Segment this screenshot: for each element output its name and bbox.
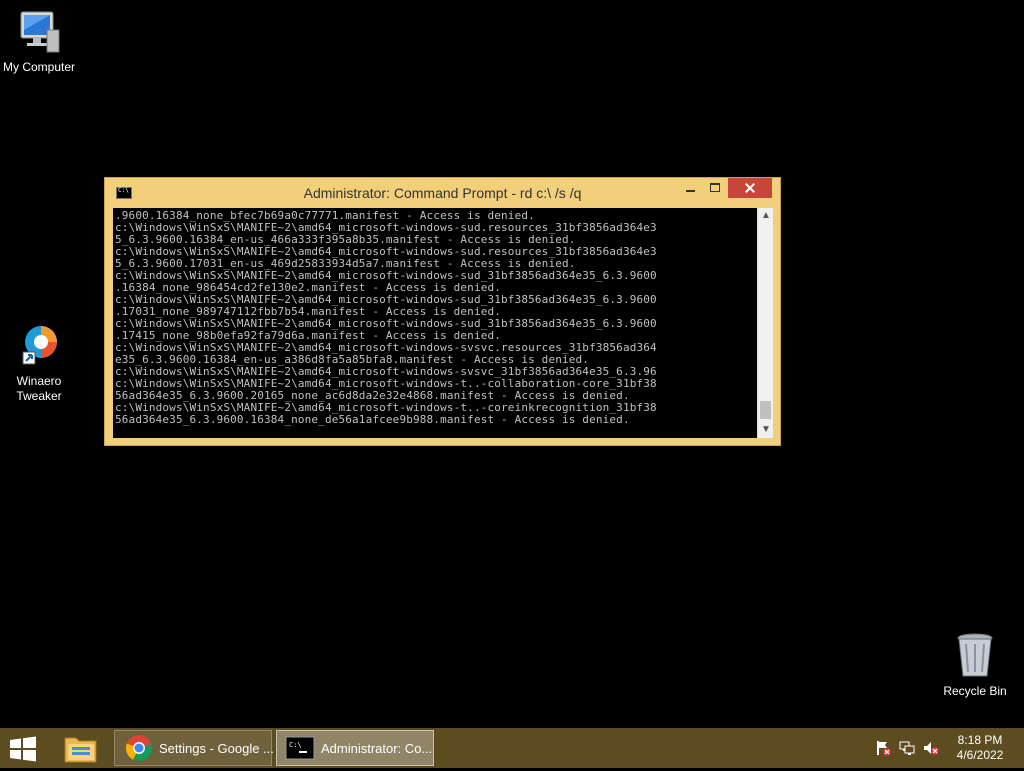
- minimize-button[interactable]: [679, 178, 703, 198]
- command-prompt-icon: C:\: [285, 736, 315, 760]
- window-titlebar[interactable]: C:\ Administrator: Command Prompt - rd c…: [105, 178, 780, 208]
- action-center-flag-icon[interactable]: [875, 740, 891, 756]
- taskbar: Settings - Google ... C:\ Administrator:…: [0, 728, 1024, 768]
- file-explorer-icon: [64, 737, 97, 763]
- volume-muted-icon[interactable]: [923, 740, 939, 756]
- file-explorer-button[interactable]: [58, 730, 104, 766]
- desktop-icon-my-computer[interactable]: My Computer: [0, 8, 82, 75]
- taskbar-item-label: Administrator: Co...: [321, 741, 433, 756]
- windows-logo-icon: [10, 736, 36, 762]
- clock-time: 8:18 PM: [957, 733, 1003, 747]
- desktop-icon-label: Winaero Tweaker: [16, 374, 62, 403]
- console-output[interactable]: .9600.16384_none_bfec7b69a0c77771.manife…: [113, 208, 757, 438]
- desktop-icon-recycle-bin[interactable]: Recycle Bin: [932, 632, 1018, 699]
- chrome-icon: [125, 735, 152, 762]
- taskbar-item-chrome[interactable]: Settings - Google ...: [114, 730, 274, 766]
- taskbar-item-label: Settings - Google ...: [159, 741, 274, 756]
- start-button[interactable]: [8, 736, 42, 762]
- command-prompt-window[interactable]: C:\ Administrator: Command Prompt - rd c…: [104, 177, 781, 446]
- scroll-up-arrow-icon[interactable]: ▲: [758, 208, 774, 224]
- winaero-tweaker-icon: [22, 326, 57, 365]
- scroll-down-arrow-icon[interactable]: ▼: [758, 422, 774, 438]
- vertical-scrollbar[interactable]: ▲ ▼: [757, 208, 773, 438]
- taskbar-item-command-prompt[interactable]: C:\ Administrator: Co...: [276, 730, 434, 766]
- recycle-bin-icon: [957, 633, 993, 677]
- console-line: 56ad364e35_6.3.9600.16384_none_de56a1afc…: [115, 413, 630, 426]
- scrollbar-thumb[interactable]: [760, 401, 771, 419]
- svg-text:C:\: C:\: [289, 741, 302, 749]
- computer-icon: [20, 11, 60, 53]
- close-button[interactable]: [728, 178, 772, 198]
- clock-date: 4/6/2022: [956, 748, 1004, 762]
- desktop-icon-label: My Computer: [2, 60, 76, 74]
- maximize-button[interactable]: [703, 178, 727, 198]
- system-clock[interactable]: 8:18 PM 4/6/2022: [950, 733, 1010, 763]
- desktop-icon-label: Recycle Bin: [943, 684, 1007, 698]
- desktop-icon-winaero-tweaker[interactable]: Winaero Tweaker: [0, 322, 82, 404]
- network-icon[interactable]: [899, 740, 915, 756]
